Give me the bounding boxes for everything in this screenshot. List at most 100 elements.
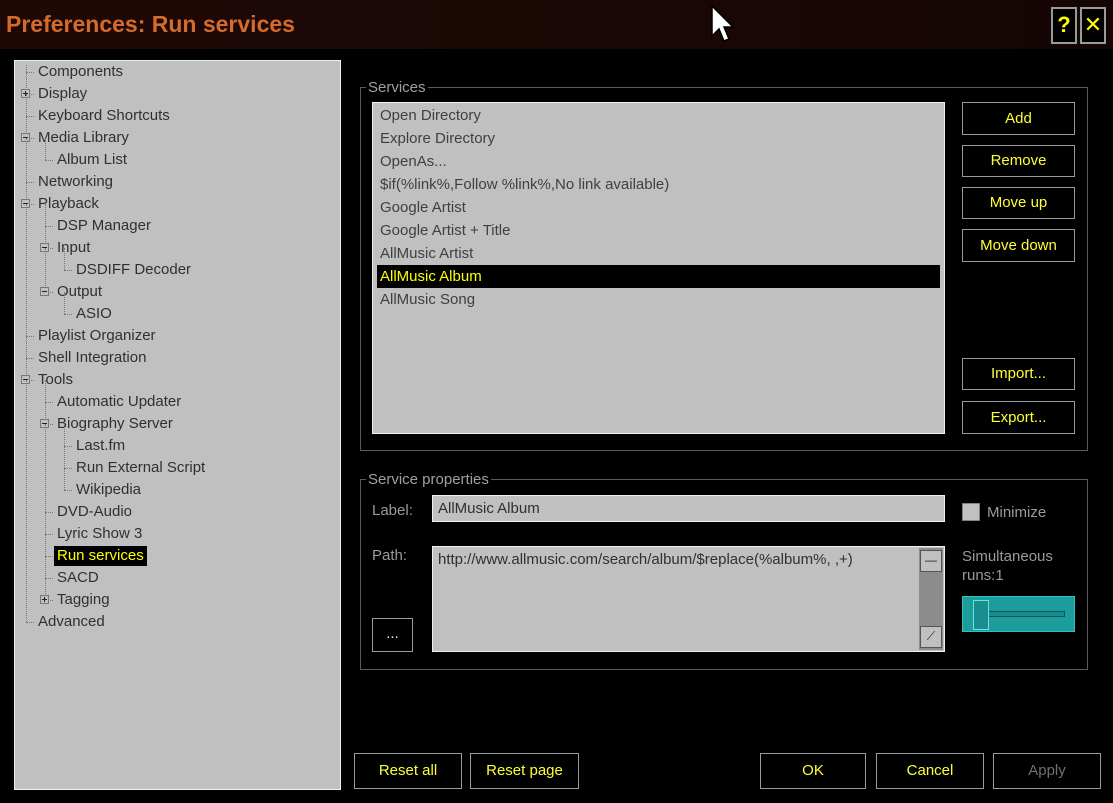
tree-item[interactable]: Biography Server [57, 414, 173, 434]
tree-connector [64, 314, 72, 315]
tree-item[interactable]: Last.fm [76, 436, 125, 456]
tree-connector [64, 270, 72, 271]
label-input[interactable]: AllMusic Album [432, 495, 945, 522]
move-up-button[interactable]: Move up [962, 187, 1075, 219]
tree-connector [45, 512, 46, 534]
path-textarea[interactable]: http://www.allmusic.com/search/album/$re… [432, 546, 945, 652]
tree-connector [45, 380, 46, 402]
tree-connector [26, 138, 27, 182]
tree-connector [26, 358, 34, 359]
tree-connector [26, 182, 34, 183]
service-list-item[interactable]: Google Artist [377, 196, 940, 219]
tree-item[interactable]: Playback [38, 194, 99, 214]
tree-connector [45, 556, 46, 578]
preferences-tree[interactable]: Components Display Keyboard Shortcuts Media… [14, 60, 341, 790]
move-down-button[interactable]: Move down [962, 229, 1075, 262]
path-caption: Path: [372, 547, 408, 564]
service-list-item[interactable]: AllMusic Song [377, 288, 940, 311]
tree-item[interactable]: Tools [38, 370, 73, 390]
tree-item[interactable]: Run External Script [76, 458, 205, 478]
tree-connector [45, 556, 53, 557]
tree-item[interactable]: Wikipedia [76, 480, 141, 500]
resize-grip-icon[interactable]: ⟋ [920, 626, 942, 648]
tree-item[interactable]: Components [38, 62, 123, 82]
slider-thumb[interactable] [973, 600, 989, 630]
tree-connector [45, 402, 53, 403]
tree-connector [26, 204, 27, 336]
browse-button[interactable]: ... [372, 618, 413, 652]
service-list-item[interactable]: Explore Directory [377, 127, 940, 150]
minimize-label: Minimize [987, 504, 1047, 521]
minimize-checkbox[interactable] [962, 503, 980, 521]
service-properties-group-label: Service properties [366, 471, 491, 489]
collapse-minus-icon[interactable] [40, 287, 49, 296]
tree-connector [45, 248, 46, 292]
tree-item[interactable]: DSDIFF Decoder [76, 260, 191, 280]
service-list-item[interactable]: OpenAs... [377, 150, 940, 173]
cancel-button[interactable]: Cancel [876, 753, 984, 789]
reset-all-button[interactable]: Reset all [354, 753, 462, 789]
tree-connector [45, 424, 46, 512]
close-button[interactable]: ✕ [1080, 7, 1106, 44]
tree-connector [26, 336, 34, 337]
services-list[interactable]: Open Directory Explore Directory OpenAs...… [372, 102, 945, 434]
service-list-item[interactable]: Google Artist + Title [377, 219, 940, 242]
tree-connector [45, 160, 53, 161]
slider-track [979, 611, 1065, 617]
export-button[interactable]: Export... [962, 401, 1075, 434]
tree-item[interactable]: Playlist Organizer [38, 326, 156, 346]
tree-connector [45, 204, 46, 226]
service-list-item[interactable]: AllMusic Artist [377, 242, 940, 265]
tree-connector [45, 534, 46, 556]
tree-item[interactable]: Keyboard Shortcuts [38, 106, 170, 126]
remove-button[interactable]: Remove [962, 145, 1075, 177]
tree-connector [45, 226, 53, 227]
tree-connector [45, 534, 53, 535]
tree-item[interactable]: Networking [38, 172, 113, 192]
add-button[interactable]: Add [962, 102, 1075, 135]
help-button[interactable]: ? [1051, 7, 1077, 44]
mouse-cursor-icon [711, 5, 735, 42]
service-list-item[interactable]: Open Directory [377, 104, 940, 127]
tree-item[interactable]: Shell Integration [38, 348, 146, 368]
tree-item[interactable]: Advanced [38, 612, 105, 632]
simultaneous-runs-slider[interactable] [962, 596, 1075, 632]
tree-connector [64, 424, 65, 446]
tree-connector [26, 116, 34, 117]
scroll-up-icon[interactable]: — [920, 550, 942, 572]
tree-item[interactable]: Input [57, 238, 90, 258]
tree-connector [45, 578, 53, 579]
service-list-item[interactable]: $if(%link%,Follow %link%,No link availab… [377, 173, 940, 196]
tree-item[interactable]: Lyric Show 3 [57, 524, 142, 544]
reset-page-button[interactable]: Reset page [470, 753, 579, 789]
label-caption: Label: [372, 502, 413, 519]
tree-connector [45, 138, 46, 160]
tree-connector [64, 468, 65, 490]
tree-item[interactable]: SACD [57, 568, 99, 588]
tree-connector [64, 468, 72, 469]
tree-item[interactable]: ASIO [76, 304, 112, 324]
tree-connector [64, 446, 65, 468]
tree-connector [64, 292, 65, 314]
path-scrollbar[interactable]: — ⟋ [919, 548, 943, 650]
import-button[interactable]: Import... [962, 358, 1075, 390]
service-list-item[interactable]: AllMusic Album [377, 265, 940, 288]
simultaneous-runs-label: Simultaneous runs:1 [962, 548, 1053, 584]
tree-connector [26, 622, 34, 623]
tree-item[interactable]: DVD-Audio [57, 502, 132, 522]
tree-connector [26, 72, 34, 73]
tree-connector [26, 94, 27, 116]
tree-item[interactable]: Album List [57, 150, 127, 170]
tree-item[interactable]: Automatic Updater [57, 392, 181, 412]
tree-item[interactable]: Run services [54, 546, 147, 566]
tree-item[interactable]: DSP Manager [57, 216, 151, 236]
tree-connector [26, 65, 27, 72]
ok-button[interactable]: OK [760, 753, 866, 789]
tree-item[interactable]: Tagging [57, 590, 110, 610]
tree-item[interactable]: Media Library [38, 128, 129, 148]
expand-plus-icon[interactable] [40, 595, 49, 604]
tree-connector [64, 490, 72, 491]
apply-button[interactable]: Apply [993, 753, 1101, 789]
window-title: Preferences: Run services [6, 11, 295, 37]
tree-item[interactable]: Display [38, 84, 87, 104]
